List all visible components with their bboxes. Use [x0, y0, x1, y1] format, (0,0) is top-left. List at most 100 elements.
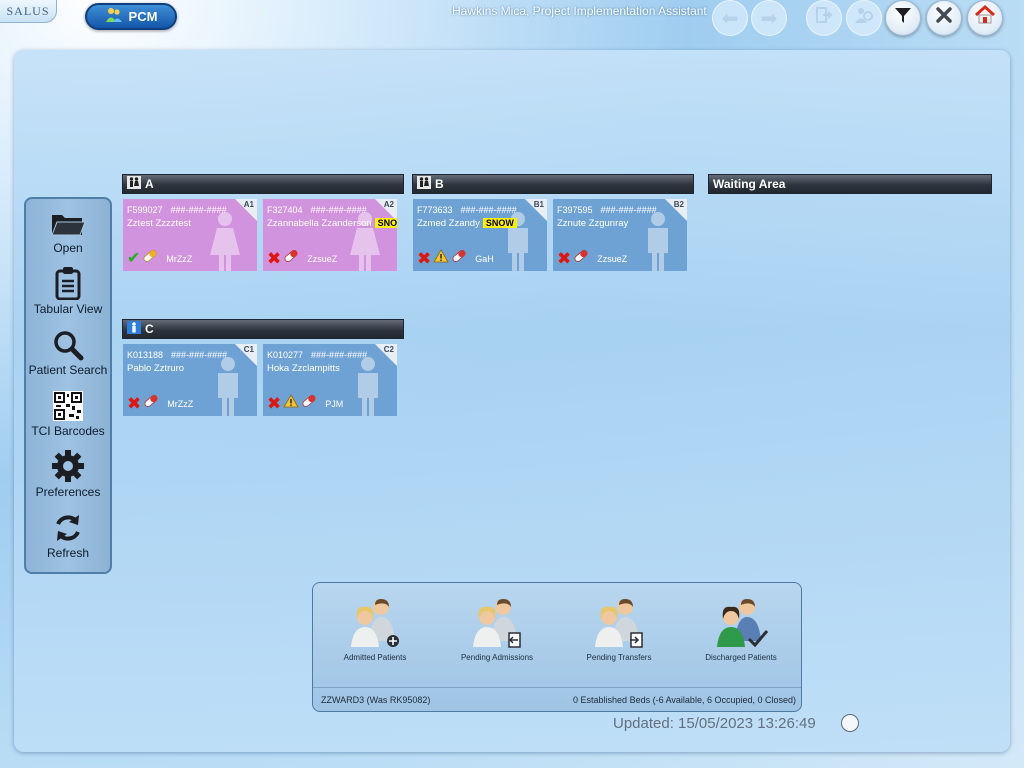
bed-card-b2[interactable]: B2 F397595 ###-###-#### Zznute Zzgunray ✖…: [553, 199, 687, 271]
bed-id-line: F773633 ###-###-####: [417, 205, 517, 215]
bed-status-icons: ✖ ZzsueZ: [267, 249, 337, 268]
not-ready-x-icon: ✖: [127, 393, 142, 413]
top-bar: SALUS PCM Hawkins Mica, Project Implemen…: [0, 0, 1024, 40]
bed-card-a2[interactable]: A2 F327404 ###-###-#### Zzannabella Zzand…: [263, 199, 397, 271]
discharge-ready-tick-icon: ✔: [127, 249, 141, 267]
nav-label: Open: [53, 241, 83, 255]
not-ready-x-icon: ✖: [267, 393, 282, 413]
ward-header-b[interactable]: B: [412, 174, 694, 194]
mixed-bay-icon: [127, 176, 141, 192]
exit-door-icon: [815, 6, 833, 30]
pending-transfers-button[interactable]: Pending Transfers: [564, 597, 674, 662]
bed-code: C2: [383, 345, 394, 354]
bed-summary: 0 Established Beds (-6 Available, 6 Occu…: [573, 694, 796, 705]
gear-icon: [26, 449, 110, 483]
patient-name: Zzannabella Zzanderson: [267, 218, 372, 229]
bed-code: B1: [533, 200, 544, 209]
bed-card-b1[interactable]: B1 F773633 ###-###-#### Zzmed Zzandy SNOW …: [413, 199, 547, 271]
nav-tabular-view[interactable]: Tabular View: [26, 266, 110, 324]
home-icon: [974, 4, 996, 31]
ward-summary-footer: ZZWARD3 (Was RK95082) 0 Established Beds…: [313, 687, 801, 711]
bed-status-icons: ✖ MrZzZ: [127, 394, 193, 413]
bed-id-line: F327404 ###-###-####: [267, 205, 367, 215]
bed-code: C1: [243, 345, 254, 354]
nav-preferences[interactable]: Preferences: [26, 449, 110, 507]
alert-badge: SNOW: [374, 218, 397, 228]
nav-open[interactable]: Open: [26, 205, 110, 263]
nav-tci-barcodes[interactable]: TCI Barcodes: [26, 388, 110, 446]
discharged-patients-button[interactable]: Discharged Patients: [686, 597, 796, 662]
medication-pill-icon: [451, 249, 467, 268]
bed-status-icons: ✖ ZzsueZ: [557, 249, 627, 268]
staff-initials: MrZzZ: [167, 398, 194, 409]
discharged-patients-label: Discharged Patients: [705, 653, 777, 662]
ward-header-waiting-area[interactable]: Waiting Area: [708, 174, 992, 194]
nhs-number: ###-###-####: [170, 205, 227, 215]
patient-id: K013188: [127, 350, 164, 360]
staff-initials: ZzsueZ: [307, 253, 338, 264]
bed-card-c1[interactable]: C1 K013188 ###-###-#### Pablo Zztruro ✖ M…: [123, 344, 257, 416]
staff-initials: MrZzZ: [166, 253, 193, 264]
refresh-icon: [26, 510, 110, 544]
nav-label: TCI Barcodes: [31, 424, 105, 438]
pcm-module-button[interactable]: PCM: [85, 3, 177, 30]
nav-label: Preferences: [35, 485, 101, 499]
admitted-patients-label: Admitted Patients: [343, 653, 407, 662]
users-settings-button[interactable]: [846, 0, 882, 36]
nhs-number: ###-###-####: [311, 350, 368, 360]
filter-icon: [893, 5, 913, 31]
pending-admissions-button[interactable]: Pending Admissions: [442, 597, 552, 662]
ward-header-a[interactable]: A: [122, 174, 404, 194]
bed-id-line: F599027 ###-###-####: [127, 205, 227, 215]
patient-id: K010277: [267, 350, 304, 360]
app-logo: SALUS: [0, 0, 57, 23]
discharged-patients-icon: [686, 597, 796, 651]
staff-initials: PJM: [325, 398, 344, 409]
bed-card-c2[interactable]: C2 K010277 ###-###-#### Hoka Zzclampitts …: [263, 344, 397, 416]
not-ready-x-icon: ✖: [267, 248, 282, 268]
user-title: Hawkins Mica, Project Implementation Ass…: [452, 4, 707, 18]
forward-button[interactable]: ➡: [751, 0, 787, 36]
arrow-left-icon: ⬅: [721, 7, 739, 30]
admitted-patients-button[interactable]: Admitted Patients: [320, 597, 430, 662]
qr-code-icon: [26, 388, 110, 422]
patients-icon: [105, 7, 123, 26]
patient-name: Pablo Zztruro: [127, 363, 185, 374]
ward-label: A: [145, 177, 154, 191]
magnifier-icon: [26, 327, 110, 361]
not-ready-x-icon: ✖: [417, 248, 432, 268]
ward-label: C: [145, 322, 154, 336]
warning-triangle-icon: [433, 249, 449, 268]
bed-status-icons: ✖ PJM: [267, 394, 343, 413]
bed-id-line: F397595 ###-###-####: [557, 205, 657, 215]
admitted-patients-icon: [320, 597, 430, 651]
staff-initials: ZzsueZ: [597, 253, 628, 264]
medication-pill-icon: [301, 394, 317, 413]
patient-id: F599027: [127, 205, 163, 215]
medication-pill-icon: [143, 394, 159, 413]
nav-label: Patient Search: [28, 363, 108, 377]
patient-name: Hoka Zzclampitts: [267, 363, 340, 374]
close-button[interactable]: [926, 0, 962, 36]
exit-button[interactable]: [806, 0, 842, 36]
ward-label: Waiting Area: [713, 177, 786, 191]
patient-name: Zzmed Zzandy: [417, 218, 480, 229]
bed-status-icons: ✖ GaH: [417, 249, 494, 268]
pending-transfers-label: Pending Transfers: [586, 653, 652, 662]
ward-header-c[interactable]: C: [122, 319, 404, 339]
nav-patient-search[interactable]: Patient Search: [26, 327, 110, 385]
bed-code: A2: [383, 200, 394, 209]
nav-label: Refresh: [46, 546, 90, 560]
back-button[interactable]: ⬅: [712, 0, 748, 36]
bed-card-a1[interactable]: A1 F599027 ###-###-#### Zztest Zzzztest ✔…: [123, 199, 257, 271]
nhs-number: ###-###-####: [600, 205, 657, 215]
home-button[interactable]: [967, 0, 1003, 36]
nav-refresh[interactable]: Refresh: [26, 510, 110, 568]
filter-button[interactable]: [885, 0, 921, 36]
pending-admissions-label: Pending Admissions: [460, 653, 534, 662]
nav-label: Tabular View: [33, 302, 103, 316]
patient-name-line: Zzannabella ZzandersonSNOW: [267, 218, 397, 229]
pending-admissions-icon: [442, 597, 552, 651]
nhs-number: ###-###-####: [171, 350, 228, 360]
status-indicator: [841, 714, 859, 732]
